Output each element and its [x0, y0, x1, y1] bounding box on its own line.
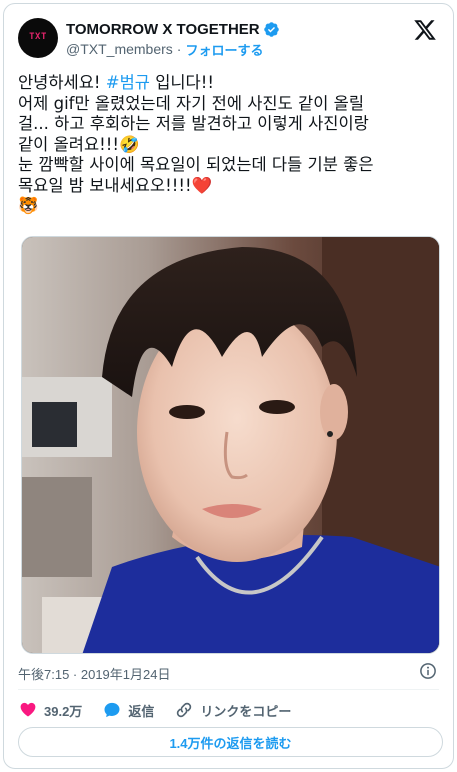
tweet-card: TXT TOMORROW X TOGETHER @TXT_members · フ…	[3, 3, 454, 769]
reply-button[interactable]: 返信	[102, 700, 154, 720]
tweet-line: 어제 gif만 올렸었는데 자기 전에 사진도 같이 올릴	[18, 93, 365, 113]
read-replies-button[interactable]: 1.4万件の返信を読む	[18, 727, 443, 757]
like-button[interactable]: 39.2万	[18, 700, 82, 720]
handle[interactable]: @TXT_members	[66, 41, 173, 57]
tweet-timestamp[interactable]: 午後7:15 · 2019年1月24日	[18, 664, 170, 683]
reply-label: 返信	[128, 703, 155, 719]
likes-count: 39.2万	[44, 703, 83, 719]
link-icon	[177, 702, 192, 718]
x-logo-icon[interactable]	[413, 18, 437, 42]
tweet-line: 눈 깜빡할 사이에 목요일이 되었는데 다들 기분 좋은	[18, 155, 374, 174]
separator: ·	[176, 41, 182, 57]
hashtag-link[interactable]: #범규	[106, 73, 150, 92]
avatar[interactable]: TXT	[18, 18, 58, 58]
tweet-line: 걸... 하고 후회하는 저를 발견하고 이렇게 사진이랑	[18, 114, 369, 133]
author-info: TOMORROW X TOGETHER @TXT_members · フォローす…	[66, 19, 280, 59]
tweet-line: 같이 올려요!!!🤣	[18, 134, 140, 154]
tweet-text: 안녕하세요! #범규 입니다!! 어제 gif만 올렸었는데 자기 전에 사진도…	[18, 73, 443, 217]
tweet-line: 🐯	[18, 196, 39, 215]
tweet-line: 안녕하세요! #범규 입니다!!	[18, 73, 214, 92]
copy-link-label: リンクをコピー	[200, 703, 292, 719]
reply-bubble-icon	[104, 702, 120, 718]
divider	[18, 689, 439, 690]
selfie-photo-icon	[22, 237, 439, 653]
heart-icon	[20, 702, 36, 717]
display-name[interactable]: TOMORROW X TOGETHER	[66, 21, 260, 38]
tweet-header: TXT TOMORROW X TOGETHER @TXT_members · フ…	[18, 18, 439, 62]
verified-badge-icon	[263, 21, 279, 37]
tweet-line: 목요일 밤 보내세요오!!!!❤️	[18, 175, 213, 195]
action-bar: 39.2万 返信 リンクをコピー	[18, 698, 311, 722]
avatar-logo: TXT	[29, 32, 47, 42]
info-icon[interactable]	[419, 662, 437, 680]
copy-link-button[interactable]: リンクをコピー	[174, 700, 291, 720]
tweet-photo[interactable]	[21, 236, 440, 654]
follow-button[interactable]: フォローする	[185, 40, 263, 59]
